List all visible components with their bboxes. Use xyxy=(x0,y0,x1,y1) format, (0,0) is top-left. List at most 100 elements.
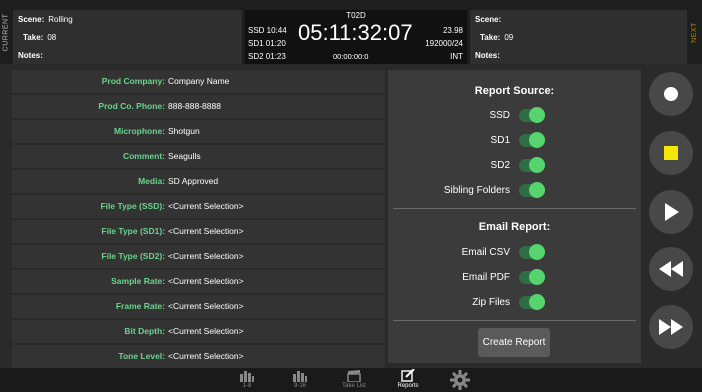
edit-icon xyxy=(401,369,415,382)
clapper-icon xyxy=(347,370,361,382)
nav-label: Reports xyxy=(397,383,419,389)
metadata-label: File Type (SD2): xyxy=(101,251,165,261)
metadata-row[interactable]: Bit Depth: <Current Selection> xyxy=(12,320,385,343)
sample-format: 192000/24 xyxy=(425,39,463,48)
record-icon xyxy=(664,87,678,101)
metadata-label: Tone Level: xyxy=(118,351,165,361)
sd1-time: SD1 01:20 xyxy=(248,39,286,48)
meter-icon xyxy=(240,371,254,382)
metadata-row[interactable]: Tone Level: <Current Selection> xyxy=(12,345,385,368)
record-button[interactable] xyxy=(649,72,693,116)
nav-label: 9-16 xyxy=(293,383,306,389)
current-notes-label: Notes: xyxy=(18,50,43,60)
toggle-knob xyxy=(529,269,545,285)
metadata-label: Frame Rate: xyxy=(115,301,165,311)
next-take-label: Take: xyxy=(480,32,501,42)
nav-label: 1-8 xyxy=(242,383,252,389)
metadata-label: File Type (SD1): xyxy=(101,226,165,236)
current-scene-label: Scene: xyxy=(18,14,45,24)
nav-reports[interactable]: Reports xyxy=(388,369,428,389)
metadata-label: Media: xyxy=(138,176,165,186)
metadata-label: Sample Rate: xyxy=(111,276,165,286)
current-notes-row[interactable]: Notes: xyxy=(13,46,242,64)
metadata-value: Shotgun xyxy=(168,126,200,136)
metadata-value: 888-888-8888 xyxy=(168,101,221,111)
main-timecode: 05:11:32:07 xyxy=(298,20,413,45)
metadata-value: <Current Selection> xyxy=(168,251,244,261)
metadata-value: Company Name xyxy=(168,76,230,86)
frame-rate: 23.98 xyxy=(442,26,463,35)
current-take-value: 08 xyxy=(47,32,57,42)
report-panel: Report Source: SSD SD1 SD2 Sibling Folders … xyxy=(388,70,641,363)
metadata-row[interactable]: Sample Rate: <Current Selection> xyxy=(12,270,385,293)
email-report-title: Email Report: xyxy=(478,221,551,233)
nav-take-list[interactable]: Take List xyxy=(334,370,374,389)
metadata-value: Seagulls xyxy=(168,151,201,161)
toggle-switch[interactable] xyxy=(519,132,545,148)
toggle-switch[interactable] xyxy=(519,182,545,198)
current-scene-value: Rolling xyxy=(48,14,73,24)
toggle-knob xyxy=(529,294,545,310)
current-take-row[interactable]: Take: 08 xyxy=(13,28,242,46)
sd2-time: SD2 01:23 xyxy=(248,52,286,61)
metadata-row[interactable]: Prod Company: Company Name xyxy=(12,70,385,93)
next-notes-label: Notes: xyxy=(475,50,500,60)
metadata-row[interactable]: Frame Rate: <Current Selection> xyxy=(12,295,385,318)
metadata-value: <Current Selection> xyxy=(168,226,244,236)
meter-icon xyxy=(293,371,307,382)
nav-settings[interactable] xyxy=(450,370,470,390)
metadata-list: Prod Company: Company Name Prod Co. Phone:… xyxy=(12,70,385,368)
metadata-row[interactable]: Microphone: Shotgun xyxy=(12,120,385,143)
ssd-time: SSD 10:44 xyxy=(248,26,287,35)
next-take-row[interactable]: Take: 09 xyxy=(470,28,687,46)
metadata-value: <Current Selection> xyxy=(168,326,244,336)
toggle-knob xyxy=(529,107,545,123)
metadata-label: Microphone: xyxy=(114,126,165,136)
fast-forward-button[interactable] xyxy=(649,305,693,349)
nav-meters-1-8[interactable]: 1-8 xyxy=(237,370,257,389)
metadata-row[interactable]: Comment: Seagulls xyxy=(12,145,385,168)
next-scene-label: Scene: xyxy=(475,14,502,24)
toggle-switch[interactable] xyxy=(519,107,545,123)
current-scene-row[interactable]: Scene: Rolling xyxy=(13,10,242,28)
toggle-knob xyxy=(529,244,545,260)
toggle-knob xyxy=(529,132,545,148)
report-source-title: Report Source: xyxy=(474,85,555,97)
fast-forward-icon xyxy=(659,319,683,335)
gear-icon xyxy=(450,370,470,390)
metadata-row[interactable]: Prod Co. Phone: 888-888-8888 xyxy=(12,95,385,118)
sub-timecode: 00:00:00:0 xyxy=(333,52,369,61)
metadata-row[interactable]: File Type (SD1): <Current Selection> xyxy=(12,220,385,243)
toggle-label: Email CSV xyxy=(461,247,510,258)
stop-icon xyxy=(664,146,678,160)
filename: T02D xyxy=(346,11,366,20)
metadata-label: File Type (SSD): xyxy=(100,201,165,211)
toggle-switch[interactable] xyxy=(519,294,545,310)
create-report-button[interactable]: Create Report xyxy=(478,328,550,357)
toggle-label: Zip Files xyxy=(472,297,510,308)
metadata-value: SD Approved xyxy=(168,176,219,186)
stop-button[interactable] xyxy=(649,131,693,175)
next-scene-row[interactable]: Scene: xyxy=(470,10,687,28)
metadata-row[interactable]: File Type (SD2): <Current Selection> xyxy=(12,245,385,268)
rewind-button[interactable] xyxy=(649,247,693,291)
metadata-value: <Current Selection> xyxy=(168,351,244,361)
toggle-label: Sibling Folders xyxy=(443,185,510,196)
metadata-row[interactable]: File Type (SSD): <Current Selection> xyxy=(12,195,385,218)
nav-meters-9-16[interactable]: 9-16 xyxy=(288,370,312,389)
section-divider xyxy=(393,208,636,209)
metadata-label: Prod Co. Phone: xyxy=(98,101,165,111)
toggle-switch[interactable] xyxy=(519,157,545,173)
toggle-label: Email PDF xyxy=(462,272,510,283)
metadata-row[interactable]: Media: SD Approved xyxy=(12,170,385,193)
section-divider xyxy=(393,320,636,321)
next-notes-row[interactable]: Notes: xyxy=(470,46,687,64)
play-button[interactable] xyxy=(649,190,693,234)
timecode-panel: T02D SSD 10:44 SD1 01:20 SD2 01:23 05:11… xyxy=(245,10,467,64)
toggle-switch[interactable] xyxy=(519,269,545,285)
toggle-label: SSD xyxy=(489,110,510,121)
next-take-value: 09 xyxy=(504,32,514,42)
toggle-switch[interactable] xyxy=(519,244,545,260)
toggle-knob xyxy=(529,182,545,198)
tc-mode: INT xyxy=(450,52,463,61)
